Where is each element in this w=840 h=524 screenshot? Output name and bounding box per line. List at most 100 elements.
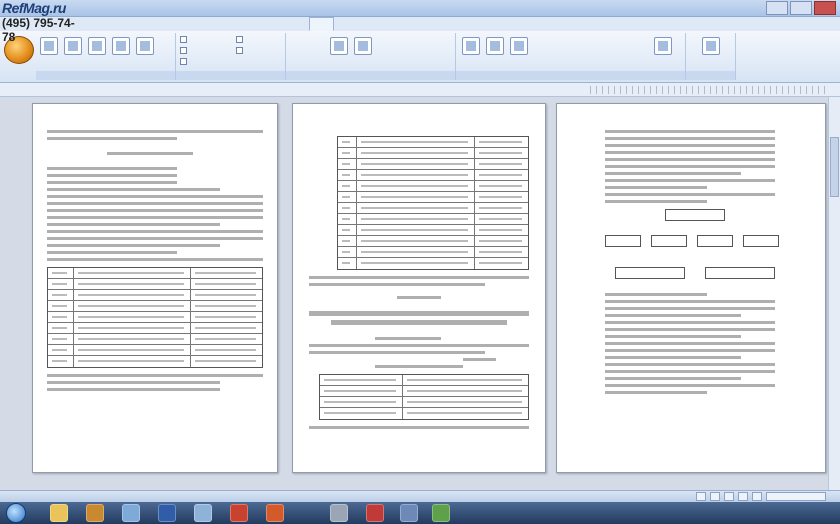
split-icon[interactable] [510,37,528,55]
app-icon[interactable] [230,504,248,522]
side-by-side-button[interactable] [564,36,578,43]
org-box [697,235,733,247]
text-line [47,137,177,140]
tab-6[interactable] [271,17,307,31]
app-icon[interactable] [400,504,418,522]
view-outline-icon[interactable] [738,492,748,501]
macros-icon[interactable] [702,37,720,55]
org-box [705,267,775,279]
app-icon[interactable] [86,504,104,522]
checkbox-icon [180,58,187,65]
text-line [605,130,775,133]
zoom-icon[interactable] [330,37,348,55]
app-icon[interactable] [366,504,384,522]
table-row [48,345,262,356]
group-label [456,71,685,80]
text-line [309,276,529,279]
thumbnails-checkbox[interactable] [236,47,257,55]
view-web-icon[interactable] [724,492,734,501]
sync-scroll-button[interactable] [564,47,578,54]
org-box-top [665,209,725,221]
tab-view-active[interactable] [308,17,334,31]
tab-3[interactable] [171,17,200,31]
zoom-slider-icon[interactable] [766,492,826,501]
text-line [605,186,707,189]
view-full-screen-icon[interactable] [710,492,720,501]
switch-windows-icon[interactable] [654,37,672,55]
close-button[interactable] [814,1,836,15]
text-line [605,300,775,303]
tab-4[interactable] [202,17,233,31]
two-pages-button[interactable] [382,47,398,54]
tab-8[interactable] [336,17,370,31]
checkbox-icon [180,36,187,43]
table-row [48,301,262,312]
ribbon-group-macros [686,33,736,80]
page-1 [32,103,278,473]
reset-position-button[interactable] [564,58,578,65]
one-page-button[interactable] [382,36,398,43]
table-row [338,192,528,203]
horizontal-ruler[interactable] [0,83,840,97]
outline-icon[interactable] [112,37,130,55]
ruler-checkbox[interactable] [180,36,201,44]
text-line [47,258,263,261]
text-line [605,335,741,338]
document-map-checkbox[interactable] [236,36,257,44]
app-icon[interactable] [266,504,284,522]
app-icon[interactable] [330,504,348,522]
new-window-icon[interactable] [462,37,480,55]
tab-1[interactable] [100,17,127,31]
table-row [338,258,528,269]
view-print-layout-icon[interactable] [696,492,706,501]
app-icon[interactable] [194,504,212,522]
table-row [48,268,262,279]
text-line [47,130,263,133]
tab-5[interactable] [236,17,270,31]
table [337,136,529,270]
text-line [605,137,775,140]
text-line [605,328,775,331]
arrange-all-icon[interactable] [486,37,504,55]
table [319,374,529,420]
maximize-button[interactable] [790,1,812,15]
text-line [605,307,775,310]
windows-start-icon[interactable] [6,503,26,523]
minimize-button[interactable] [766,1,788,15]
text-line [605,356,741,359]
gridlines-checkbox[interactable] [180,47,201,55]
ribbon-group-window [456,33,686,80]
app-icon[interactable] [122,504,140,522]
text-line [47,167,177,170]
web-layout-icon[interactable] [88,37,106,55]
scrollbar-thumb[interactable] [830,137,839,197]
text-line [309,426,529,429]
text-line [605,200,707,203]
table-row [320,397,528,408]
word-icon[interactable] [158,504,176,522]
table-row [338,203,528,214]
window-title-bar [0,0,840,17]
vertical-scrollbar[interactable] [828,97,840,490]
system-clock[interactable] [792,504,836,522]
tab-2[interactable] [129,17,169,31]
table-row [320,375,528,386]
table-row [320,386,528,397]
view-draft-icon[interactable] [752,492,762,501]
message-bar-checkbox[interactable] [180,58,201,66]
watermark-logo: RefMag.ru (495) 795-74-78 [2,0,88,44]
org-box [615,267,685,279]
text-line [605,377,741,380]
document-area[interactable] [0,97,840,490]
page-width-button[interactable] [382,58,398,65]
zoom-100-icon[interactable] [354,37,372,55]
text-line [47,223,220,226]
draft-icon[interactable] [136,37,154,55]
text-line [47,388,220,391]
table-row [338,214,528,225]
text-line [605,370,775,373]
folder-icon[interactable] [50,504,68,522]
table-row [338,170,528,181]
table-row [338,159,528,170]
app-icon[interactable] [432,504,450,522]
